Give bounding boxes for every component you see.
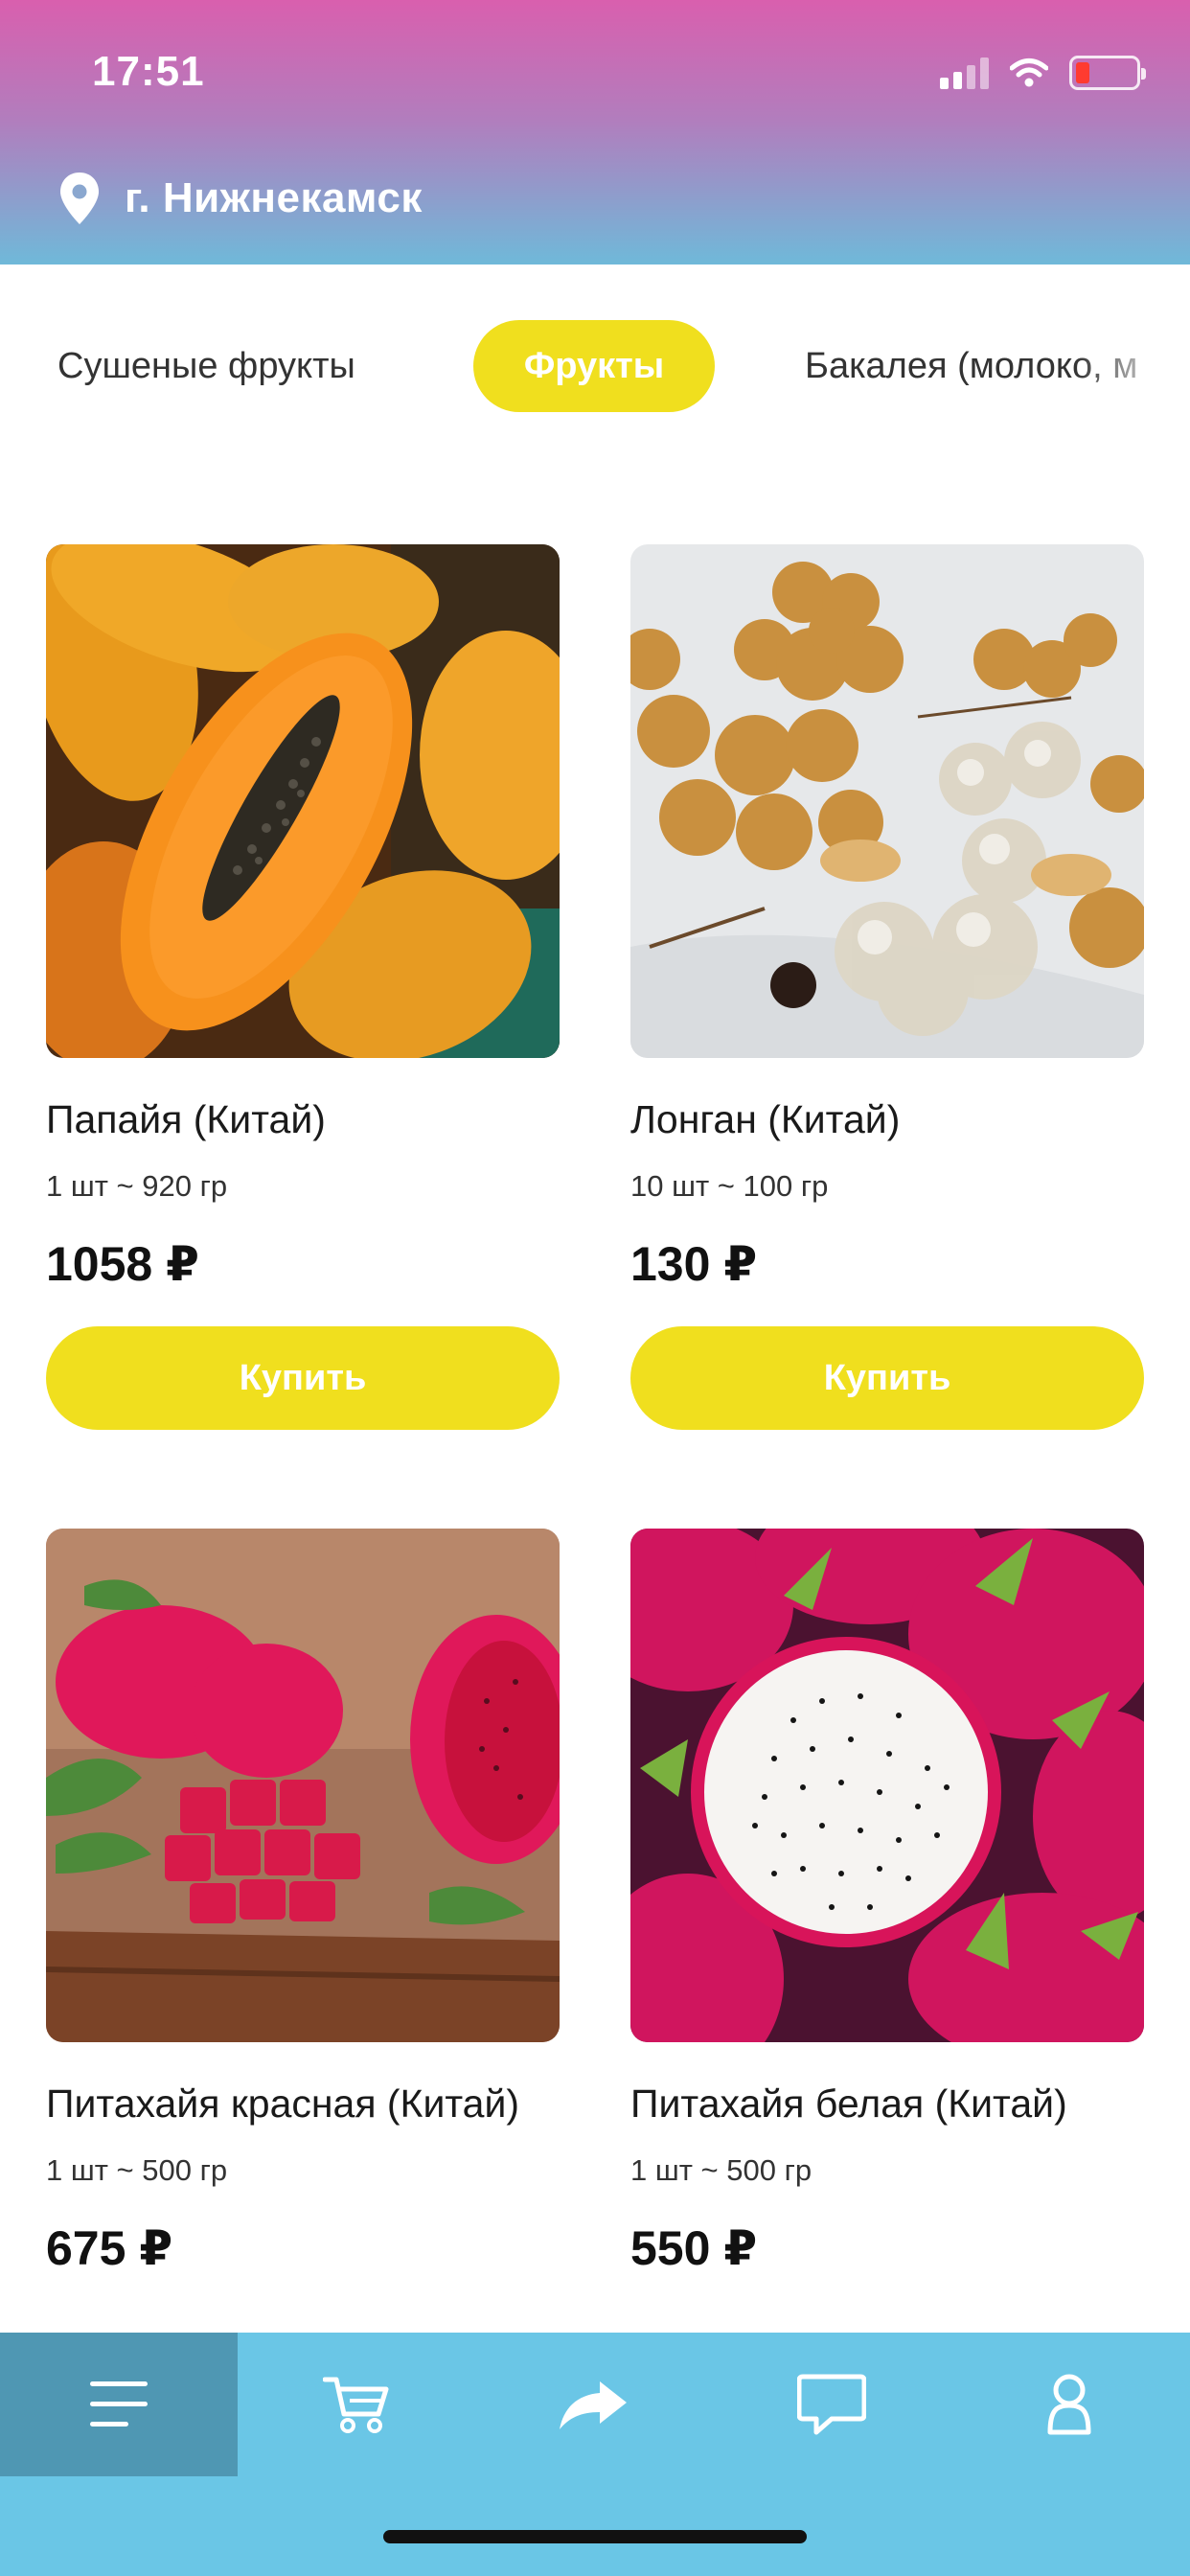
product-card[interactable]: Питахайя красная (Китай) 1 шт ~ 500 гр 6… — [46, 1529, 560, 2276]
location-pin-icon — [60, 172, 99, 224]
profile-icon — [1047, 2374, 1091, 2435]
product-name: Лонган (Китай) — [630, 1097, 901, 1141]
product-card[interactable]: Лонган (Китай) 10 шт ~ 100 гр 130 ₽ — [630, 544, 1144, 1292]
wifi-icon — [1010, 58, 1048, 87]
product-card[interactable]: Папайя (Китай) 1 шт ~ 920 гр 1058 ₽ — [46, 544, 560, 1292]
product-name: Папайя (Китай) — [46, 1097, 326, 1141]
buy-button[interactable]: Купить — [630, 1326, 1144, 1430]
product-price: 130 ₽ — [630, 1237, 758, 1291]
product-weight: 10 шт ~ 100 гр — [630, 1169, 829, 1203]
product-image-red-pitahaya[interactable] — [46, 1529, 560, 2042]
product-image-papaya[interactable] — [46, 544, 560, 1058]
battery-icon — [1069, 56, 1146, 90]
product-weight: 1 шт ~ 920 гр — [46, 1169, 228, 1203]
tab-cart[interactable] — [238, 2333, 475, 2476]
product-weight: 1 шт ~ 500 гр — [46, 2153, 228, 2187]
product-price: 550 ₽ — [630, 2221, 758, 2275]
category-dried-fruits[interactable]: Сушеные фрукты — [57, 320, 355, 412]
status-icons — [940, 54, 1146, 92]
app-header: 17:51 г. Нижнекамск — [0, 0, 1190, 264]
signal-icon — [940, 57, 989, 89]
home-indicator — [383, 2530, 807, 2543]
menu-icon — [90, 2381, 148, 2426]
category-tabs: Сушеные фрукты Фрукты Бакалея (молоко, м — [0, 264, 1190, 466]
tab-share[interactable] — [475, 2333, 713, 2476]
product-name: Питахайя красная (Китай) — [46, 2082, 520, 2126]
category-fade-overlay — [1075, 303, 1190, 427]
status-time: 17:51 — [92, 48, 205, 95]
tab-menu[interactable] — [0, 2333, 238, 2476]
product-price: 675 ₽ — [46, 2221, 173, 2275]
tab-chat[interactable] — [713, 2333, 950, 2476]
product-price: 1058 ₽ — [46, 1237, 199, 1291]
chat-icon — [797, 2374, 866, 2435]
tab-profile[interactable] — [950, 2333, 1188, 2476]
product-image-longan[interactable] — [630, 544, 1144, 1058]
location-selector[interactable]: г. Нижнекамск — [57, 171, 423, 226]
cart-icon — [323, 2377, 389, 2433]
product-image-white-pitahaya[interactable] — [630, 1529, 1144, 2042]
share-arrow-icon — [560, 2381, 627, 2429]
buy-button[interactable]: Купить — [46, 1326, 560, 1430]
category-fruits[interactable]: Фрукты — [473, 320, 715, 412]
location-city: г. Нижнекамск — [125, 174, 423, 221]
product-card[interactable]: Питахайя белая (Китай) 1 шт ~ 500 гр 550… — [630, 1529, 1144, 2276]
product-weight: 1 шт ~ 500 гр — [630, 2153, 812, 2187]
product-name: Питахайя белая (Китай) — [630, 2082, 1067, 2126]
